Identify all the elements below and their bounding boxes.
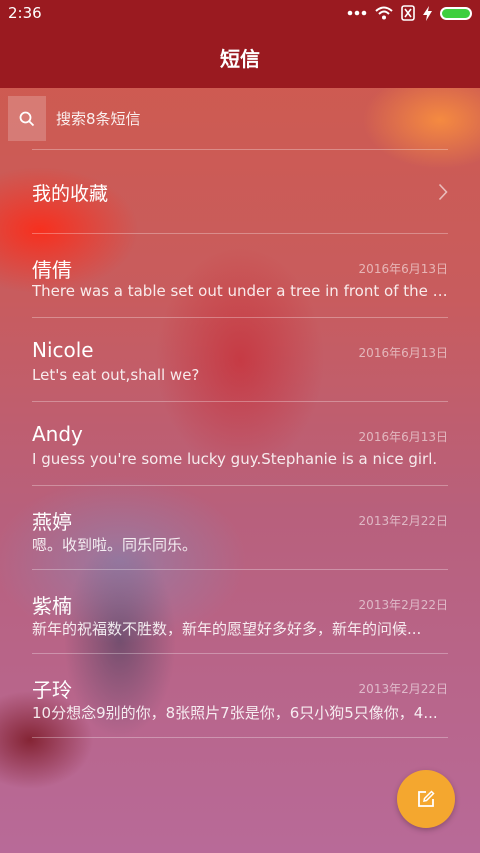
wifi-icon bbox=[375, 6, 393, 20]
conversation-item[interactable]: Andy 2016年6月13日 I guess you're some luck… bbox=[32, 402, 448, 486]
conversation-item[interactable]: 紫楠 2013年2月22日 新年的祝福数不胜数，新年的愿望好多好多，新年的问候.… bbox=[32, 570, 448, 654]
chevron-right-icon bbox=[438, 183, 448, 201]
message-preview: There was a table set out under a tree i… bbox=[32, 282, 448, 300]
message-date: 2013年2月22日 bbox=[358, 682, 448, 696]
status-bar: 2:36 bbox=[0, 0, 480, 26]
charging-icon bbox=[423, 5, 432, 21]
divider bbox=[32, 737, 448, 738]
message-preview: 10分想念9别的你，8张照片7张是你，6只小狗5只像你，4... bbox=[32, 704, 438, 722]
search-button[interactable] bbox=[8, 96, 46, 141]
contact-name: 燕婷 bbox=[32, 510, 72, 534]
app-bar: 短信 bbox=[0, 26, 480, 88]
search-input[interactable]: 搜索8条短信 bbox=[56, 108, 141, 129]
compose-icon bbox=[418, 790, 435, 807]
dots-icon bbox=[347, 10, 367, 16]
favorites-label: 我的收藏 bbox=[32, 182, 109, 205]
message-preview: 新年的祝福数不胜数，新年的愿望好多好多，新年的问候... bbox=[32, 620, 422, 638]
contact-name: 倩倩 bbox=[32, 258, 72, 282]
contact-name: 紫楠 bbox=[32, 594, 72, 618]
message-date: 2013年2月22日 bbox=[358, 514, 448, 528]
message-preview: 嗯。收到啦。同乐同乐。 bbox=[32, 536, 198, 554]
conversation-item[interactable]: 子玲 2013年2月22日 10分想念9别的你，8张照片7张是你，6只小狗5只像… bbox=[32, 654, 448, 738]
battery-icon bbox=[440, 6, 472, 20]
message-date: 2016年6月13日 bbox=[358, 346, 448, 360]
message-date: 2013年2月22日 bbox=[358, 598, 448, 612]
favorites-row[interactable]: 我的收藏 bbox=[32, 150, 448, 234]
contact-name: Andy bbox=[32, 422, 83, 446]
conversation-item[interactable]: 燕婷 2013年2月22日 嗯。收到啦。同乐同乐。 bbox=[32, 486, 448, 570]
search-bar[interactable]: 搜索8条短信 bbox=[8, 96, 472, 141]
contact-name: Nicole bbox=[32, 338, 94, 362]
message-date: 2016年6月13日 bbox=[358, 262, 448, 276]
message-date: 2016年6月13日 bbox=[358, 430, 448, 444]
conversation-item[interactable]: Nicole 2016年6月13日 Let's eat out,shall we… bbox=[32, 318, 448, 402]
status-icons bbox=[347, 5, 472, 21]
status-time: 2:36 bbox=[8, 4, 42, 22]
conversation-item[interactable]: 倩倩 2016年6月13日 There was a table set out … bbox=[32, 234, 448, 318]
message-preview: I guess you're some lucky guy.Stephanie … bbox=[32, 450, 438, 468]
contact-name: 子玲 bbox=[32, 678, 72, 702]
page-title: 短信 bbox=[220, 46, 260, 71]
no-sim-icon bbox=[401, 5, 415, 21]
compose-button[interactable] bbox=[397, 770, 455, 828]
search-icon bbox=[19, 111, 35, 126]
message-preview: Let's eat out,shall we? bbox=[32, 366, 200, 384]
